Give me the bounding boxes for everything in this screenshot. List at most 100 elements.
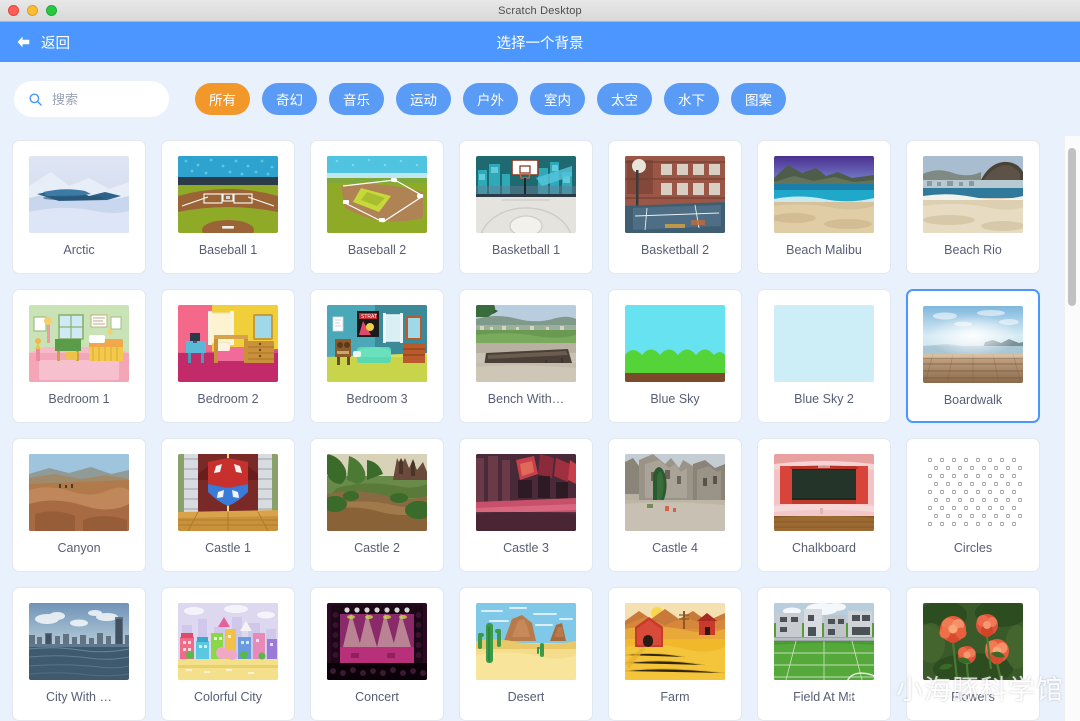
search-icon: [29, 92, 42, 106]
library-header: 返回 选择一个背景: [0, 22, 1080, 62]
backdrop-card[interactable]: Flowers: [906, 587, 1040, 721]
backdrop-card[interactable]: Canyon: [12, 438, 146, 572]
backdrop-thumbnail-bluesky2: [774, 305, 874, 382]
backdrop-card-label: Desert: [507, 691, 545, 704]
backdrop-card[interactable]: Bedroom 1: [12, 289, 146, 423]
tag-filter-label: 运动: [410, 93, 437, 108]
page-title: 选择一个背景: [496, 35, 584, 52]
back-button-label: 返回: [41, 35, 70, 52]
backdrop-card-label: Basketball 2: [640, 244, 710, 257]
backdrop-card-label: Bedroom 1: [48, 393, 110, 406]
tag-filter-9[interactable]: 图案: [731, 83, 786, 115]
search-box[interactable]: [14, 81, 169, 117]
backdrop-thumbnail-circles: [923, 454, 1023, 531]
tag-filter-label: 太空: [611, 93, 638, 108]
backdrop-thumbnail-beachrio: [923, 156, 1023, 233]
backdrop-card[interactable]: City With …: [12, 587, 146, 721]
backdrop-card-label: Bench With…: [487, 393, 565, 406]
backdrop-card-label: Arctic: [63, 244, 95, 257]
backdrop-thumbnail-castle2: [327, 454, 427, 531]
backdrop-thumbnail-arctic: [29, 156, 129, 233]
backdrop-card-label: Boardwalk: [943, 394, 1003, 407]
svg-text:STRAT: STRAT: [361, 314, 377, 320]
back-button[interactable]: 返回: [14, 32, 70, 53]
tag-filter-2[interactable]: 奇幻: [262, 83, 317, 115]
backdrop-card-label: Flowers: [951, 691, 995, 704]
tag-filter-1[interactable]: 所有: [195, 83, 250, 115]
backdrop-card[interactable]: Boardwalk: [906, 289, 1040, 423]
backdrop-card-label: Castle 3: [503, 542, 549, 555]
backdrop-card[interactable]: Concert: [310, 587, 444, 721]
backdrop-card[interactable]: Castle 4: [608, 438, 742, 572]
backdrop-card[interactable]: Circles: [906, 438, 1040, 572]
backdrop-card-label: Beach Rio: [944, 244, 1002, 257]
vertical-scrollbar-track[interactable]: [1068, 136, 1076, 721]
backdrop-card-label: Field At Mit: [793, 691, 855, 704]
backdrop-thumbnail-farm: [625, 603, 725, 680]
tag-filter-8[interactable]: 水下: [664, 83, 719, 115]
backdrop-thumbnail-bedroom2: [178, 305, 278, 382]
backdrop-thumbnail-baseball1: [178, 156, 278, 233]
backdrop-thumbnail-citywith: [29, 603, 129, 680]
backdrop-card[interactable]: Field At Mit: [757, 587, 891, 721]
backdrop-card-label: Circles: [953, 542, 993, 555]
backdrop-card[interactable]: Castle 2: [310, 438, 444, 572]
tag-filter-4[interactable]: 运动: [396, 83, 451, 115]
backdrop-card-label: Concert: [355, 691, 399, 704]
backdrop-card-label: Basketball 1: [491, 244, 561, 257]
backdrop-card-label: Canyon: [57, 542, 101, 555]
backdrop-grid-area: Arctic Baseball 1 Baseball 2 Basketball 1 Ba…: [0, 136, 1080, 721]
search-input[interactable]: [52, 91, 155, 107]
tag-filter-label: 所有: [209, 93, 236, 108]
backdrop-card[interactable]: Beach Rio: [906, 140, 1040, 274]
backdrop-card[interactable]: Desert: [459, 587, 593, 721]
backdrop-card-label: Colorful City: [193, 691, 263, 704]
backdrop-card[interactable]: Colorful City: [161, 587, 295, 721]
backdrop-card[interactable]: STRAT Bedroom 3: [310, 289, 444, 423]
backdrop-thumbnail-boardwalk: [923, 306, 1023, 383]
backdrop-thumbnail-bedroom1: [29, 305, 129, 382]
tag-filter-7[interactable]: 太空: [597, 83, 652, 115]
backdrop-thumbnail-desert: [476, 603, 576, 680]
backdrop-card[interactable]: Bench With…: [459, 289, 593, 423]
backdrop-card[interactable]: Blue Sky 2: [757, 289, 891, 423]
backdrop-card[interactable]: Blue Sky: [608, 289, 742, 423]
tag-filter-6[interactable]: 室内: [530, 83, 585, 115]
backdrop-card[interactable]: Castle 3: [459, 438, 593, 572]
backdrop-thumbnail-bluesky: [625, 305, 725, 382]
backdrop-card-label: Baseball 2: [347, 244, 407, 257]
backdrop-card[interactable]: Bedroom 2: [161, 289, 295, 423]
tag-filter-label: 室内: [544, 93, 571, 108]
backdrop-card[interactable]: Castle 1: [161, 438, 295, 572]
backdrop-card-label: Castle 4: [652, 542, 698, 555]
backdrop-card[interactable]: Farm: [608, 587, 742, 721]
tag-filter-label: 奇幻: [276, 93, 303, 108]
backdrop-card-label: Blue Sky: [650, 393, 700, 406]
backdrop-card[interactable]: Baseball 2: [310, 140, 444, 274]
backdrop-thumbnail-canyon: [29, 454, 129, 531]
backdrop-card[interactable]: Arctic: [12, 140, 146, 274]
tag-filter-5[interactable]: 户外: [463, 83, 518, 115]
tag-filter-list: 所有 奇幻 音乐 运动 户外 室内 太空 水下 图案: [195, 83, 786, 115]
vertical-scrollbar-thumb[interactable]: [1068, 147, 1076, 306]
backdrop-thumbnail-basketball1: [476, 156, 576, 233]
backdrop-card[interactable]: Baseball 1: [161, 140, 295, 274]
backdrop-thumbnail-colorfulcity: [178, 603, 278, 680]
backdrop-card-label: Chalkboard: [792, 542, 856, 555]
window-titlebar: Scratch Desktop: [0, 0, 1080, 22]
backdrop-thumbnail-beachmalibu: [774, 156, 874, 233]
backdrop-card[interactable]: Chalkboard: [757, 438, 891, 572]
tag-filter-label: 图案: [745, 93, 772, 108]
backdrop-thumbnail-castle4: [625, 454, 725, 531]
backdrop-card-label: Castle 2: [354, 542, 400, 555]
backdrop-thumbnail-castle3: [476, 454, 576, 531]
backdrop-card[interactable]: Basketball 1: [459, 140, 593, 274]
backdrop-card[interactable]: Basketball 2: [608, 140, 742, 274]
backdrop-card-label: Baseball 1: [198, 244, 258, 257]
tag-filter-3[interactable]: 音乐: [329, 83, 384, 115]
backdrop-grid: Arctic Baseball 1 Baseball 2 Basketball 1 Ba…: [12, 136, 1068, 721]
backdrop-card-label: Blue Sky 2: [794, 393, 854, 406]
backdrop-card[interactable]: Beach Malibu: [757, 140, 891, 274]
filter-bar: 所有 奇幻 音乐 运动 户外 室内 太空 水下 图案: [0, 62, 1080, 136]
backdrop-thumbnail-baseball2: [327, 156, 427, 233]
